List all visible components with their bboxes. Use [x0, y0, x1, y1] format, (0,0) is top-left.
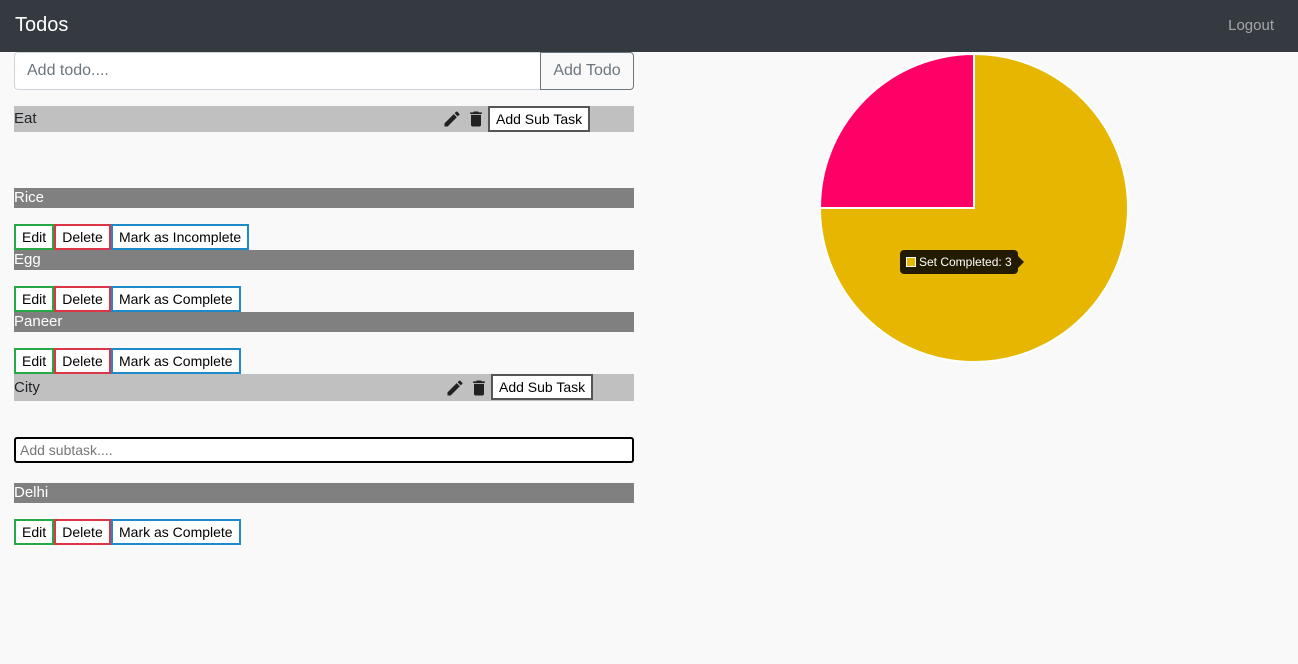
subtask-title: Paneer — [14, 313, 63, 330]
trash-icon[interactable] — [466, 109, 486, 129]
add-todo-form: Add Todo — [14, 52, 634, 90]
add-todo-button[interactable]: Add Todo — [540, 52, 634, 90]
pencil-icon[interactable] — [442, 109, 462, 129]
navbar: Todos Logout — [0, 0, 1298, 52]
subtask-row-paneer: Paneer — [14, 312, 634, 332]
subtask-actions: Edit Delete Mark as Complete — [14, 519, 241, 545]
mark-incomplete-button[interactable]: Mark as Incomplete — [111, 224, 250, 250]
todo-row-city: City Add Sub Task — [14, 374, 634, 401]
edit-button[interactable]: Edit — [14, 348, 54, 374]
subtask-actions: Edit Delete Mark as Complete — [14, 286, 241, 312]
mark-complete-button[interactable]: Mark as Complete — [111, 286, 241, 312]
todo-title: City — [14, 379, 40, 396]
logout-link[interactable]: Logout — [1228, 17, 1274, 35]
trash-icon[interactable] — [469, 378, 489, 398]
delete-button[interactable]: Delete — [54, 286, 111, 312]
pencil-icon[interactable] — [445, 378, 465, 398]
mark-complete-button[interactable]: Mark as Complete — [111, 519, 241, 545]
tooltip-text: Set Completed: 3 — [919, 255, 1012, 269]
subtask-row-delhi: Delhi — [14, 483, 634, 503]
pie-slice-1[interactable] — [818, 52, 975, 209]
add-todo-input[interactable] — [14, 52, 540, 90]
todo-row-eat: Eat Add Sub Task — [14, 106, 634, 132]
mark-complete-button[interactable]: Mark as Complete — [111, 348, 241, 374]
subtask-title: Egg — [14, 251, 41, 268]
edit-button[interactable]: Edit — [14, 519, 54, 545]
edit-button[interactable]: Edit — [14, 224, 54, 250]
tooltip-swatch — [906, 257, 916, 267]
subtask-title: Rice — [14, 189, 45, 206]
subtask-title: Delhi — [14, 484, 49, 501]
delete-button[interactable]: Delete — [54, 224, 111, 250]
delete-button[interactable]: Delete — [54, 348, 111, 374]
add-subtask-button[interactable]: Add Sub Task — [488, 106, 591, 132]
chart-tooltip: Set Completed: 3 — [900, 250, 1024, 274]
brand-title[interactable]: Todos — [15, 13, 68, 37]
subtask-row-rice: Rice — [14, 188, 634, 208]
todo-title: Eat — [14, 110, 37, 127]
add-subtask-input[interactable] — [14, 437, 634, 463]
subtask-actions: Edit Delete Mark as Incomplete — [14, 224, 250, 250]
delete-button[interactable]: Delete — [54, 519, 111, 545]
subtask-row-egg: Egg — [14, 250, 634, 270]
add-subtask-button[interactable]: Add Sub Task — [491, 374, 594, 400]
completion-pie-chart[interactable] — [818, 52, 1130, 364]
edit-button[interactable]: Edit — [14, 286, 54, 312]
subtask-actions: Edit Delete Mark as Complete — [14, 348, 241, 374]
